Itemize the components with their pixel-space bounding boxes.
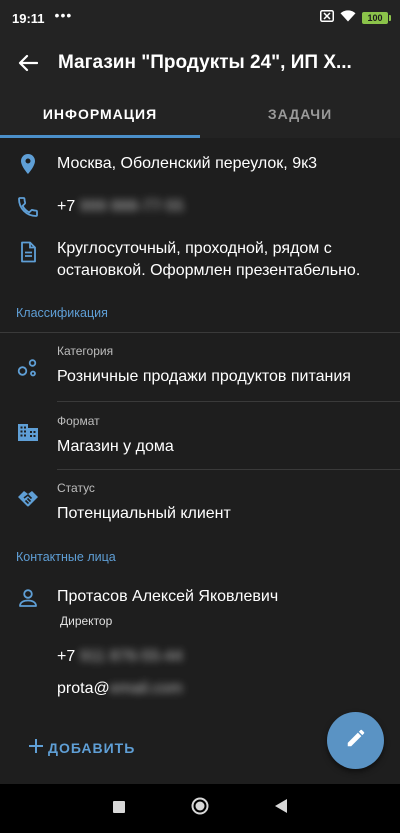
category-row[interactable]: Категория Розничные продажи продуктов пи… xyxy=(0,333,400,401)
circle-icon xyxy=(191,797,209,815)
home-button[interactable] xyxy=(191,797,209,820)
tab-information[interactable]: ИНФОРМАЦИЯ xyxy=(0,90,200,138)
building-icon xyxy=(16,420,40,444)
contacts-section-label: Контактные лица xyxy=(16,550,116,564)
contact-email-hidden: email.com xyxy=(109,680,183,697)
add-contact-button[interactable]: ДОБАВИТЬ xyxy=(28,738,135,757)
category-label: Категория xyxy=(57,344,114,358)
content-scroll-area[interactable]: Москва, Оболенский переулок, 9к3 +7 999 … xyxy=(0,138,400,784)
tab-bar: ИНФОРМАЦИЯ ЗАДАЧИ xyxy=(0,90,400,138)
address-row[interactable]: Москва, Оболенский переулок, 9к3 xyxy=(0,138,400,186)
sim-off-icon xyxy=(320,9,334,27)
contact-phone-hidden: 911 876-55-44 xyxy=(79,648,183,665)
classification-section-label: Классификация xyxy=(16,306,108,320)
format-value: Магазин у дома xyxy=(57,438,174,455)
document-icon xyxy=(16,240,40,264)
category-bubbles-icon xyxy=(16,355,40,379)
description-text: Круглосуточный, проходной, рядом с остан… xyxy=(57,240,361,279)
phone-prefix: +7 xyxy=(57,198,76,215)
description-row: Круглосуточный, проходной, рядом с остан… xyxy=(0,230,400,290)
contact-email[interactable]: prota@email.com xyxy=(57,680,183,698)
system-nav-bar xyxy=(0,784,400,833)
address-text: Москва, Оболенский переулок, 9к3 xyxy=(57,155,317,172)
status-time: 19:11 xyxy=(12,10,45,26)
arrow-left-icon xyxy=(18,54,38,72)
contact-name: Протасов Алексей Яковлевич xyxy=(57,588,279,605)
category-value: Розничные продажи продуктов питания xyxy=(57,368,351,385)
wifi-icon xyxy=(340,9,356,27)
back-button[interactable] xyxy=(0,36,56,90)
status-value: Потенциальный клиент xyxy=(57,505,231,522)
status-row[interactable]: Статус Потенциальный клиент xyxy=(0,470,400,540)
tab-tasks[interactable]: ЗАДАЧИ xyxy=(200,90,400,138)
status-dots: ••• xyxy=(54,7,73,23)
phone-hidden: 999 888-77-55 xyxy=(79,198,184,215)
contact-role: Директор xyxy=(60,614,113,628)
square-icon xyxy=(113,800,125,813)
phone-text: +7 999 888-77-55 xyxy=(57,196,184,218)
status-icons: 100 xyxy=(320,9,391,27)
person-icon xyxy=(16,586,40,610)
add-contact-label: ДОБАВИТЬ xyxy=(48,739,136,756)
format-label: Формат xyxy=(57,414,100,428)
contact-phone[interactable]: +7 911 876-55-44 xyxy=(57,648,183,666)
status-bar: 19:11 ••• 100 xyxy=(0,0,400,36)
contact-phone-prefix: +7 xyxy=(57,648,76,665)
plus-icon xyxy=(28,738,44,757)
app-bar: Магазин "Продукты 24", ИП Х... xyxy=(0,36,400,90)
triangle-back-icon xyxy=(275,799,287,813)
phone-icon xyxy=(16,195,40,219)
contact-email-prefix: prota@ xyxy=(57,680,110,697)
handshake-icon xyxy=(16,486,40,510)
format-row[interactable]: Формат Магазин у дома xyxy=(0,402,400,469)
edit-fab-button[interactable] xyxy=(327,712,384,769)
page-title: Магазин "Продукты 24", ИП Х... xyxy=(58,52,352,73)
status-label: Статус xyxy=(57,481,95,495)
phone-row[interactable]: +7 999 888-77-55 xyxy=(0,186,400,226)
back-nav-button[interactable] xyxy=(275,799,287,818)
location-pin-icon xyxy=(16,152,40,176)
battery-icon: 100 xyxy=(362,12,391,24)
contact-person[interactable]: Протасов Алексей Яковлевич Директор +7 9… xyxy=(0,578,400,728)
recents-button[interactable] xyxy=(113,800,125,818)
pencil-icon xyxy=(345,727,367,754)
